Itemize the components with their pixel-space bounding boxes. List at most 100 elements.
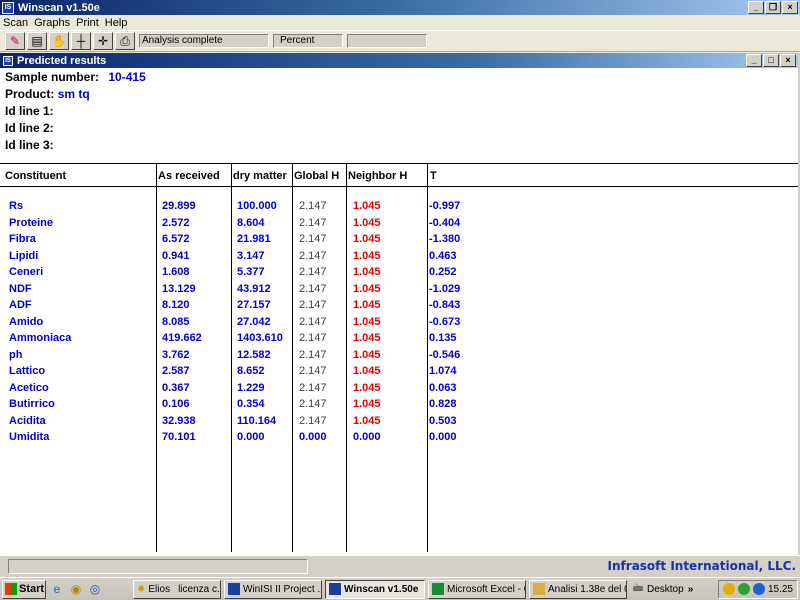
wand-icon: ✎: [9, 34, 21, 48]
menubar: Scan Graphs Print Help: [0, 15, 800, 30]
results-table: Constituent As received dry matter Globa…: [0, 163, 798, 553]
toolbar: ✎ ▤ ✋ ┼ ✛ ⎙ Analysis complete Percent: [0, 30, 800, 52]
menu-help[interactable]: Help: [105, 17, 128, 29]
t-cell: -1.380: [429, 233, 461, 245]
header-as-received: As received: [158, 170, 220, 182]
start-button[interactable]: Start: [2, 579, 46, 599]
global-h-cell: 2.147: [299, 332, 327, 344]
clock[interactable]: 15.25: [768, 584, 793, 595]
zoom-crosshair-button[interactable]: ✛: [93, 32, 113, 50]
task-winisi[interactable]: WinISI II Project ...: [224, 579, 322, 599]
global-h-cell: 2.147: [299, 315, 327, 328]
neighbor-h-cell: 1.045: [353, 249, 381, 262]
as-received-cell: 0.941: [162, 249, 190, 262]
task-label: Elios: [148, 583, 171, 595]
menu-graphs[interactable]: Graphs: [34, 17, 70, 29]
app-title: Winscan v1.50e: [18, 1, 100, 14]
child-minimize-button[interactable]: _: [746, 54, 762, 67]
analyze-button[interactable]: ✎: [5, 32, 25, 50]
task-analisi[interactable]: Analisi 1.38e del 0...: [529, 579, 627, 599]
t-cell: 0.503: [429, 414, 457, 427]
t-cell: 1.074: [429, 365, 457, 377]
as-received-cell: 70.101: [162, 431, 196, 443]
t-cell: 0.135: [429, 332, 457, 344]
print-button[interactable]: ⎙: [115, 32, 135, 50]
document-icon: ▤: [31, 34, 43, 48]
t-cell: 0.063: [429, 381, 457, 394]
dry-matter-cell: 21.981: [237, 233, 271, 245]
product-row: Product: sm tq: [5, 87, 798, 104]
media-player-icon[interactable]: ◎: [87, 581, 103, 597]
child-maximize-button[interactable]: □: [763, 54, 779, 67]
table-row: Butirrico 0.106 0.354 2.147 1.045 0.828: [0, 398, 798, 414]
winscan-icon: [329, 583, 341, 595]
as-received-cell: 2.587: [162, 365, 190, 377]
header-dry-matter: dry matter: [233, 170, 287, 182]
neighbor-h-cell: 1.045: [353, 299, 381, 311]
dry-matter-cell: 8.604: [237, 216, 265, 229]
dry-matter-cell: 27.042: [237, 315, 271, 328]
table-row: Umidita 70.101 0.000 0.000 0.000 0.000: [0, 431, 798, 447]
desktop-toolbar[interactable]: 🖮 Desktop »: [633, 581, 693, 598]
task-elios[interactable]: ✹ Elios licenza c...: [133, 579, 221, 599]
global-h-cell: 0.000: [299, 431, 327, 443]
neighbor-h-cell: 1.045: [353, 381, 381, 394]
neighbor-h-cell: 1.045: [353, 315, 381, 328]
as-received-cell: 32.938: [162, 414, 196, 427]
t-cell: 0.252: [429, 266, 457, 278]
printer-icon: ⎙: [120, 33, 130, 48]
progress-bar: [347, 34, 427, 48]
sample-number-label: Sample number:: [5, 70, 100, 84]
constituent-cell: Lattico: [9, 365, 46, 377]
constituent-cell: Proteine: [9, 216, 54, 229]
security-icon[interactable]: [722, 583, 735, 595]
neighbor-h-cell: 1.045: [353, 365, 381, 377]
sun-icon: ✹: [137, 583, 146, 595]
global-h-cell: 2.147: [299, 216, 327, 229]
global-h-cell: 2.147: [299, 414, 327, 427]
hand-icon: ✋: [51, 34, 67, 48]
document-button[interactable]: ▤: [27, 32, 47, 50]
update-icon[interactable]: [752, 583, 765, 595]
constituent-cell: ph: [9, 348, 23, 361]
global-h-cell: 2.147: [299, 233, 327, 245]
header-constituent: Constituent: [5, 170, 67, 182]
task-label: Microsoft Excel - C...: [447, 583, 525, 595]
global-h-cell: 2.147: [299, 365, 327, 377]
task-excel[interactable]: Microsoft Excel - C...: [428, 579, 526, 599]
crosshair-button[interactable]: ┼: [71, 32, 91, 50]
close-button[interactable]: ×: [782, 1, 798, 14]
constituent-cell: Amido: [9, 315, 44, 328]
t-cell: 0.000: [429, 431, 457, 443]
neighbor-h-cell: 1.045: [353, 332, 381, 344]
global-h-cell: 2.147: [299, 266, 327, 278]
child-window-controls: _ □ ×: [746, 54, 796, 67]
hand-button[interactable]: ✋: [49, 32, 69, 50]
network-icon[interactable]: [737, 583, 750, 595]
status-pane: [8, 559, 308, 574]
neighbor-h-cell: 1.045: [353, 216, 381, 229]
header-divider: [0, 186, 798, 187]
dry-matter-cell: 5.377: [237, 266, 265, 278]
child-close-button[interactable]: ×: [780, 54, 796, 67]
constituent-cell: Acidita: [9, 414, 46, 427]
outlook-icon[interactable]: ◉: [68, 581, 84, 597]
child-titlebar[interactable]: IS Predicted results _ □ ×: [0, 53, 798, 68]
header-neighbor-h: Neighbor H: [348, 170, 408, 182]
task-winscan[interactable]: Winscan v1.50e: [325, 579, 425, 599]
table-row: Proteine 2.572 8.604 2.147 1.045 -0.404: [0, 217, 798, 233]
table-row: Rs 29.899 100.000 2.147 1.045 -0.997: [0, 200, 798, 216]
ie-icon[interactable]: e: [49, 581, 65, 597]
status-strip: Infrasoft International, LLC.: [0, 555, 800, 577]
app-titlebar[interactable]: IS Winscan v1.50e _ ❐ ×: [0, 0, 800, 15]
restore-button[interactable]: ❐: [765, 1, 781, 14]
sample-number-value: 10-415: [108, 70, 146, 84]
dry-matter-cell: 27.157: [237, 299, 271, 311]
constituent-cell: Lipidi: [9, 249, 39, 262]
as-received-cell: 0.106: [162, 398, 190, 410]
as-received-cell: 29.899: [162, 200, 196, 212]
menu-print[interactable]: Print: [76, 17, 99, 29]
table-row: Ammoniaca 419.662 1403.610 2.147 1.045 0.135: [0, 332, 798, 348]
menu-scan[interactable]: Scan: [3, 17, 28, 29]
minimize-button[interactable]: _: [748, 1, 764, 14]
